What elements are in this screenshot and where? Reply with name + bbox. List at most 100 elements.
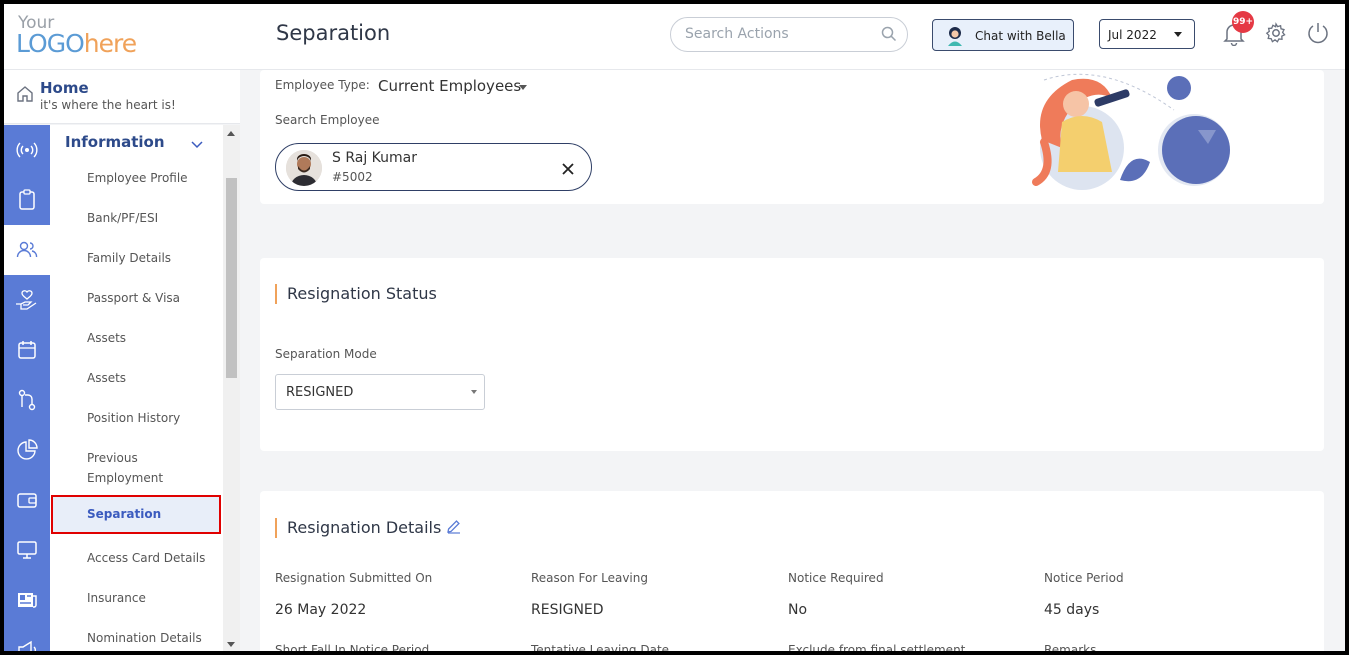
employee-name: S Raj Kumar bbox=[332, 150, 418, 166]
calendar-icon bbox=[18, 341, 36, 359]
rail-benefits[interactable] bbox=[4, 275, 50, 325]
sidebar-item-previous-employment[interactable]: Previous Employment bbox=[87, 448, 197, 488]
detail-label: Short Fall In Notice Period bbox=[275, 643, 430, 651]
month-value: Jul 2022 bbox=[1108, 28, 1157, 42]
clipboard-icon bbox=[19, 189, 35, 210]
detail-label: Notice Period bbox=[1044, 571, 1124, 585]
flow-icon bbox=[18, 389, 36, 411]
information-submenu: Information Employee Profile Bank/PF/ESI… bbox=[50, 125, 223, 651]
submenu-section-title[interactable]: Information bbox=[65, 133, 165, 151]
detail-label: Exclude from final settlement bbox=[788, 643, 966, 651]
sidebar-item-nomination-details[interactable]: Nomination Details bbox=[87, 628, 202, 648]
logo[interactable]: Your LOGOhere bbox=[14, 12, 154, 62]
rail-reports[interactable] bbox=[4, 425, 50, 475]
icon-rail bbox=[4, 125, 50, 651]
sidebar-item-family-details[interactable]: Family Details bbox=[87, 248, 171, 268]
employee-type-dropdown[interactable]: Current Employees bbox=[378, 77, 521, 95]
detail-value: 45 days bbox=[1044, 602, 1100, 618]
sidebar-scrollbar[interactable] bbox=[223, 125, 240, 651]
detail-column-reason: Reason For Leaving RESIGNED Tentative Le… bbox=[531, 571, 761, 651]
sidebar-item-separation[interactable]: Separation bbox=[51, 495, 221, 534]
search-employee-label: Search Employee bbox=[275, 113, 380, 127]
app-frame: Your LOGOhere Separation Chat with Bella… bbox=[4, 4, 1345, 651]
resignation-status-title: Resignation Status bbox=[275, 284, 437, 304]
sidebar-item-insurance[interactable]: Insurance bbox=[87, 588, 146, 608]
monitor-icon bbox=[17, 541, 37, 559]
month-select[interactable]: Jul 2022 bbox=[1099, 19, 1195, 49]
home-link[interactable]: Home it's where the heart is! bbox=[4, 70, 240, 124]
chat-with-bella-button[interactable]: Chat with Bella bbox=[932, 19, 1074, 51]
home-subtitle: it's where the heart is! bbox=[40, 98, 176, 112]
sidebar-item-employee-profile[interactable]: Employee Profile bbox=[87, 168, 188, 188]
rail-wallet[interactable] bbox=[4, 475, 50, 525]
pie-chart-icon bbox=[17, 439, 38, 460]
search-input[interactable] bbox=[685, 26, 875, 42]
rail-workflow[interactable] bbox=[4, 375, 50, 425]
page-title: Separation bbox=[276, 21, 391, 45]
caret-down-icon bbox=[471, 390, 477, 394]
separation-mode-label: Separation Mode bbox=[275, 347, 377, 361]
hand-heart-icon bbox=[16, 290, 37, 310]
detail-value: No bbox=[788, 602, 808, 618]
detail-column-notice-required: Notice Required No Exclude from final se… bbox=[788, 571, 1018, 651]
chevron-down-icon[interactable] bbox=[191, 134, 203, 153]
rail-broadcast[interactable] bbox=[4, 125, 50, 175]
people-icon bbox=[16, 241, 38, 258]
detail-value: RESIGNED bbox=[531, 602, 604, 618]
resignation-details-title: Resignation Details bbox=[275, 518, 441, 538]
scrollbar-thumb[interactable] bbox=[226, 178, 237, 378]
notification-badge: 99+ bbox=[1232, 11, 1254, 33]
sidebar-item-bank-pf-esi[interactable]: Bank/PF/ESI bbox=[87, 208, 158, 228]
detail-label: Notice Required bbox=[788, 571, 884, 585]
separation-mode-select[interactable]: RESIGNED bbox=[275, 374, 485, 410]
scroll-up-arrow-icon[interactable] bbox=[227, 131, 235, 136]
sidebar-item-assets-2[interactable]: Assets bbox=[87, 368, 126, 388]
pencil-icon[interactable] bbox=[446, 519, 461, 538]
rail-news[interactable] bbox=[4, 575, 50, 625]
megaphone-icon bbox=[18, 640, 36, 651]
caret-down-icon bbox=[1174, 32, 1182, 37]
employee-id: #5002 bbox=[332, 170, 373, 184]
gear-icon[interactable] bbox=[1265, 22, 1287, 48]
employee-avatar bbox=[286, 150, 322, 186]
home-icon bbox=[16, 85, 34, 107]
sidebar-item-assets[interactable]: Assets bbox=[87, 328, 126, 348]
chat-with-bella-label: Chat with Bella bbox=[975, 29, 1066, 43]
selected-employee-chip[interactable]: S Raj Kumar #5002 bbox=[275, 143, 592, 191]
sidebar-item-position-history[interactable]: Position History bbox=[87, 408, 180, 428]
telescope-illustration bbox=[1032, 73, 1230, 190]
wallet-icon bbox=[17, 493, 37, 508]
detail-label: Reason For Leaving bbox=[531, 571, 648, 585]
rail-monitor[interactable] bbox=[4, 525, 50, 575]
detail-label: Remarks bbox=[1044, 643, 1097, 651]
caret-down-icon[interactable] bbox=[519, 85, 527, 90]
detail-label: Tentative Leaving Date bbox=[531, 643, 670, 651]
employee-selector-card: Employee Type: Current Employees Search … bbox=[260, 70, 1324, 204]
logo-line2: LOGOhere bbox=[16, 29, 137, 58]
resignation-status-card: Resignation Status Separation Mode RESIG… bbox=[260, 258, 1324, 451]
bella-avatar-icon bbox=[946, 26, 964, 49]
sidebar-item-access-card-details[interactable]: Access Card Details bbox=[87, 548, 205, 568]
rail-clipboard[interactable] bbox=[4, 175, 50, 225]
sidebar-item-label: Separation bbox=[87, 507, 162, 521]
newspaper-icon bbox=[18, 593, 37, 608]
employee-type-label: Employee Type: bbox=[275, 78, 370, 92]
power-icon[interactable] bbox=[1306, 21, 1330, 49]
detail-column-submitted-on: Resignation Submitted On 26 May 2022 Sho… bbox=[275, 571, 505, 651]
close-icon[interactable] bbox=[562, 160, 574, 179]
rail-calendar[interactable] bbox=[4, 325, 50, 375]
detail-value: 26 May 2022 bbox=[275, 602, 367, 618]
sidebar-item-passport-visa[interactable]: Passport & Visa bbox=[87, 288, 180, 308]
separation-mode-value: RESIGNED bbox=[286, 385, 354, 400]
resignation-details-card: Resignation Details Resignation Submitte… bbox=[260, 491, 1324, 651]
detail-label: Resignation Submitted On bbox=[275, 571, 433, 585]
home-title: Home bbox=[40, 79, 89, 97]
search-icon[interactable] bbox=[881, 26, 897, 46]
top-bar: Your LOGOhere Separation Chat with Bella… bbox=[4, 4, 1345, 70]
broadcast-icon bbox=[16, 142, 38, 158]
search-actions-box[interactable] bbox=[670, 17, 908, 52]
scroll-down-arrow-icon[interactable] bbox=[227, 642, 235, 647]
rail-announcements[interactable] bbox=[4, 625, 50, 651]
detail-column-notice-period: Notice Period 45 days Remarks bbox=[1044, 571, 1274, 651]
rail-people[interactable] bbox=[4, 225, 50, 275]
